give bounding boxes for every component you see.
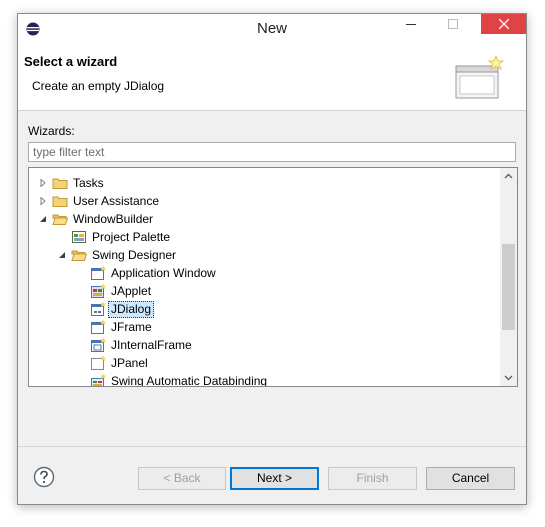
- tree-item-label: Application Window: [111, 266, 216, 280]
- tree-item-label: Tasks: [73, 176, 104, 190]
- tree-item-label: JApplet: [111, 284, 152, 298]
- tree-item[interactable]: Swing Designer: [29, 246, 499, 264]
- folder-open-icon: [71, 247, 88, 263]
- scrollbar-thumb[interactable]: [502, 244, 515, 330]
- tree-item-label: JFrame: [111, 320, 152, 334]
- applet-icon: [90, 283, 106, 299]
- scroll-down-arrow-icon[interactable]: [500, 369, 517, 386]
- wizard-tree: Tasks User Assistance WindowBuilder Project…: [28, 167, 518, 387]
- header-title: Select a wizard: [24, 54, 118, 69]
- maximize-button[interactable]: [439, 14, 467, 34]
- internal-frame-icon: [90, 337, 106, 353]
- tree-item[interactable]: JInternalFrame: [29, 336, 499, 354]
- tree-item[interactable]: JPanel: [29, 354, 499, 372]
- tree-item-label: Swing Designer: [92, 248, 177, 262]
- tree-item-label: User Assistance: [73, 194, 160, 208]
- expanded-arrow-icon[interactable]: [39, 215, 47, 223]
- collapsed-arrow-icon[interactable]: [39, 179, 47, 187]
- wizard-header: Select a wizard Create an empty JDialog: [18, 44, 526, 111]
- wizards-label: Wizards:: [28, 124, 75, 138]
- tree-item[interactable]: Swing Automatic Databinding: [29, 372, 499, 387]
- folder-open-icon: [52, 211, 69, 227]
- tree-item[interactable]: Application Window: [29, 264, 499, 282]
- tree-item[interactable]: WindowBuilder: [29, 210, 499, 228]
- back-button[interactable]: < Back: [138, 467, 226, 490]
- minimize-icon: [406, 24, 416, 25]
- expanded-arrow-icon[interactable]: [58, 251, 66, 259]
- tree-item-label: JDialog: [108, 301, 155, 318]
- tree-item-label: Project Palette: [92, 230, 171, 244]
- title-bar: New: [18, 14, 526, 44]
- new-wizard-dialog: New Select a wizard Create an empty JDia…: [17, 13, 527, 505]
- panel-icon: [90, 355, 106, 371]
- window-icon: [90, 265, 106, 281]
- tree-item[interactable]: Project Palette: [29, 228, 499, 246]
- tree-item-label: JInternalFrame: [111, 338, 192, 352]
- tree-item-label: JPanel: [111, 356, 148, 370]
- tree-item[interactable]: JFrame: [29, 318, 499, 336]
- tree-item[interactable]: JDialog: [29, 300, 499, 318]
- cancel-button[interactable]: Cancel: [426, 467, 515, 490]
- collapsed-arrow-icon[interactable]: [39, 197, 47, 205]
- tree-item-label: Swing Automatic Databinding: [111, 374, 268, 387]
- palette-icon: [71, 229, 87, 245]
- tree-item[interactable]: Tasks: [29, 174, 499, 192]
- folder-icon: [52, 193, 68, 209]
- button-bar-separator: [18, 446, 526, 447]
- next-button[interactable]: Next >: [230, 467, 319, 490]
- finish-button[interactable]: Finish: [328, 467, 417, 490]
- dialog-icon: [90, 301, 106, 317]
- help-icon[interactable]: [33, 466, 55, 488]
- tree-item[interactable]: JApplet: [29, 282, 499, 300]
- frame-icon: [90, 319, 106, 335]
- new-wizard-banner-icon: [455, 54, 505, 99]
- tree-item-label: WindowBuilder: [73, 212, 154, 226]
- databinding-icon: [90, 373, 106, 386]
- filter-input[interactable]: [28, 142, 516, 162]
- scroll-up-arrow-icon[interactable]: [500, 168, 517, 185]
- minimize-button[interactable]: [397, 14, 425, 34]
- maximize-icon: [448, 19, 458, 29]
- close-button[interactable]: [481, 14, 526, 34]
- folder-icon: [52, 175, 68, 191]
- header-description: Create an empty JDialog: [32, 79, 165, 93]
- tree-scrollbar[interactable]: [500, 168, 517, 386]
- tree-item[interactable]: User Assistance: [29, 192, 499, 210]
- close-icon: [498, 19, 509, 29]
